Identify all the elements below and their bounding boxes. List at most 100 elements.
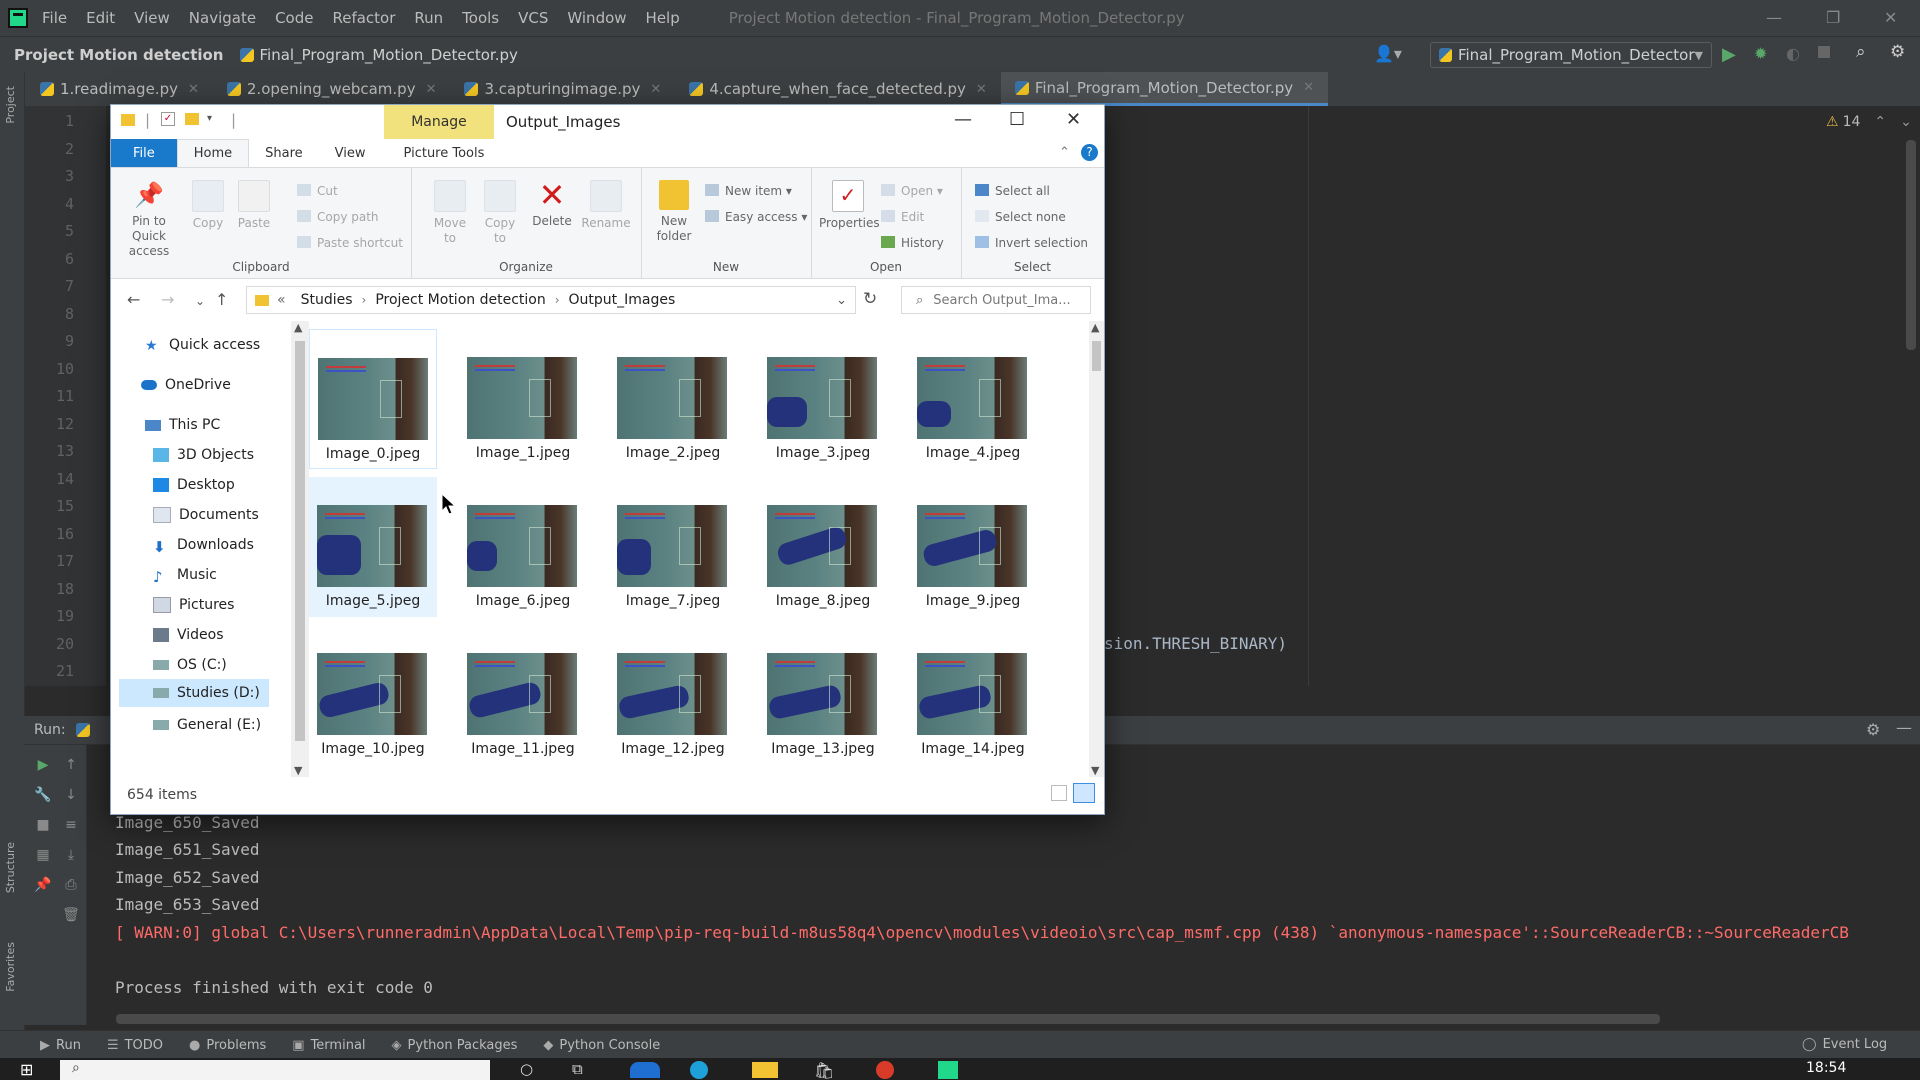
paste-button[interactable]: Paste	[233, 180, 275, 231]
tab-view[interactable]: View	[319, 139, 382, 167]
file-item[interactable]: Image_10.jpeg	[309, 625, 437, 765]
menu-refactor[interactable]: Refactor	[332, 9, 395, 27]
terminal-tool-button[interactable]: ▣ Terminal	[292, 1038, 365, 1053]
nav-item-3d-objects[interactable]: 3D Objects	[153, 441, 254, 469]
python-console-tool-button[interactable]: ◆ Python Console	[543, 1038, 660, 1053]
history-button[interactable]: History	[881, 236, 944, 250]
new-folder-button[interactable]: New folder	[651, 180, 697, 244]
file-list-scrollbar[interactable]: ▲ ▼	[1089, 321, 1104, 777]
tab-share[interactable]: Share	[249, 139, 319, 167]
copy-path-button[interactable]: Copy path	[297, 210, 379, 224]
menu-file[interactable]: File	[42, 9, 67, 27]
nav-item-this-pc[interactable]: This PC	[145, 411, 220, 439]
scroll-up-icon[interactable]: ▲	[294, 321, 302, 334]
open-button[interactable]: Open ▾	[881, 184, 943, 198]
up-arrow-icon[interactable]: ↑	[215, 290, 228, 309]
new-folder-qat-icon[interactable]	[185, 113, 199, 125]
tab-capturingimage[interactable]: 3.capturingimage.py ✕	[450, 72, 675, 106]
edge-chromium-icon[interactable]	[690, 1061, 708, 1079]
python-file-icon[interactable]	[75, 723, 90, 737]
breadcrumb-file-item[interactable]: Final_Program_Motion_Detector.py	[239, 46, 518, 64]
tab-picture-tools[interactable]: Picture Tools	[388, 139, 501, 167]
manage-context-tab[interactable]: Manage	[384, 105, 494, 139]
console-horizontal-scrollbar[interactable]	[116, 1014, 1660, 1024]
nav-item-videos[interactable]: Videos	[153, 621, 224, 649]
new-item-button[interactable]: New item ▾	[705, 184, 792, 198]
structure-tool-button[interactable]: Structure	[4, 842, 17, 893]
file-item[interactable]: Image_4.jpeg	[909, 329, 1037, 469]
trash-icon[interactable]: 🗑	[60, 907, 82, 923]
file-item[interactable]: Image_2.jpeg	[609, 329, 737, 469]
refresh-icon[interactable]: ↻	[863, 289, 877, 309]
task-view-icon[interactable]: ⧉	[572, 1060, 583, 1078]
chrome-icon[interactable]	[876, 1061, 894, 1079]
user-icon[interactable]: 👤▾	[1374, 44, 1402, 63]
copy-to-button[interactable]: Copy to	[479, 180, 521, 246]
chevron-up-icon[interactable]: ⌃	[1874, 114, 1886, 130]
copy-button[interactable]: Copy	[187, 180, 229, 231]
breadcrumb-output-images[interactable]: Output_Images	[569, 292, 676, 308]
run-icon[interactable]: ▶	[1722, 44, 1736, 65]
problems-tool-button[interactable]: ● Problems	[189, 1038, 266, 1053]
close-icon[interactable]: ✕	[1884, 8, 1897, 27]
up-arrow-icon[interactable]: ↑	[60, 757, 82, 773]
file-item[interactable]: Image_8.jpeg	[759, 477, 887, 617]
search-icon[interactable]: ⌕	[1856, 42, 1866, 62]
paste-shortcut-button[interactable]: Paste shortcut	[297, 236, 403, 250]
file-item[interactable]: Image_3.jpeg	[759, 329, 887, 469]
tab-capture-when-face-detected[interactable]: 4.capture_when_face_detected.py ✕	[675, 72, 1001, 106]
menu-window[interactable]: Window	[567, 9, 626, 27]
menu-tools[interactable]: Tools	[462, 9, 499, 27]
gear-icon[interactable]: ⚙	[1866, 720, 1880, 739]
run-tool-button[interactable]: ▶ Run	[40, 1038, 81, 1053]
editor-scrollbar[interactable]	[1906, 140, 1916, 350]
minimize-icon[interactable]: —	[1766, 8, 1782, 27]
address-dropdown-icon[interactable]: ⌄	[836, 293, 847, 308]
chevron-down-icon[interactable]: ⌄	[1900, 114, 1912, 130]
todo-tool-button[interactable]: ☰ TODO	[107, 1038, 163, 1053]
menu-view[interactable]: View	[134, 9, 170, 27]
file-item[interactable]: Image_0.jpeg	[309, 329, 437, 469]
select-none-button[interactable]: Select none	[975, 210, 1066, 224]
details-view-icon[interactable]	[1051, 785, 1067, 801]
menu-run[interactable]: Run	[414, 9, 443, 27]
nav-item-os-c[interactable]: OS (C:)	[153, 651, 227, 679]
easy-access-button[interactable]: Easy access ▾	[705, 210, 807, 224]
large-icons-view-icon[interactable]	[1073, 783, 1095, 803]
explorer-title-bar[interactable]: | ✓ ▾ | Manage Output_Images — ☐ ✕	[111, 105, 1104, 139]
menu-edit[interactable]: Edit	[86, 9, 115, 27]
wrench-icon[interactable]: 🔧	[32, 787, 54, 803]
nav-item-onedrive[interactable]: OneDrive	[141, 371, 231, 399]
properties-qat-icon[interactable]: ✓	[161, 112, 175, 126]
nav-item-documents[interactable]: Documents	[153, 501, 259, 529]
file-item[interactable]: Image_5.jpeg	[309, 477, 437, 617]
file-item[interactable]: Image_6.jpeg	[459, 477, 587, 617]
tab-file[interactable]: File	[111, 139, 177, 167]
pin-icon[interactable]: 📌	[32, 877, 54, 893]
search-input[interactable]: ⌕ Search Output_Ima...	[901, 286, 1091, 314]
python-packages-tool-button[interactable]: ◈ Python Packages	[392, 1038, 518, 1053]
cortana-icon[interactable]: ○	[520, 1060, 533, 1078]
pin-quick-access-button[interactable]: 📌 Pin to Quick access	[117, 180, 181, 259]
project-tool-button[interactable]: Project	[4, 86, 17, 124]
properties-button[interactable]: ✓ Properties	[819, 180, 880, 231]
nav-item-quick-access[interactable]: ★ Quick access	[145, 331, 260, 359]
back-arrow-icon[interactable]: ←	[127, 290, 140, 309]
rerun-icon[interactable]: ▶	[32, 757, 54, 773]
nav-item-desktop[interactable]: Desktop	[153, 471, 235, 499]
coverage-icon[interactable]: ◐	[1786, 44, 1800, 63]
file-item[interactable]: Image_7.jpeg	[609, 477, 737, 617]
invert-selection-button[interactable]: Invert selection	[975, 236, 1088, 250]
soft-wrap-icon[interactable]: ≡	[60, 817, 82, 833]
collapse-ribbon-icon[interactable]: ⌃	[1059, 145, 1070, 160]
store-icon[interactable]: 🛍	[814, 1061, 834, 1080]
scroll-up-icon[interactable]: ▲	[1091, 321, 1099, 334]
edit-button[interactable]: Edit	[881, 210, 924, 224]
breadcrumb-project-motion-detection[interactable]: Project Motion detection	[375, 292, 545, 308]
close-tab-icon[interactable]: ✕	[650, 82, 661, 97]
restore-icon[interactable]: ❐	[1826, 8, 1840, 27]
nav-pane-scroll-thumb[interactable]	[295, 341, 305, 741]
taskbar-clock[interactable]: 18:54	[1806, 1060, 1846, 1076]
menu-vcs[interactable]: VCS	[518, 9, 548, 27]
file-explorer-icon[interactable]	[752, 1062, 778, 1078]
